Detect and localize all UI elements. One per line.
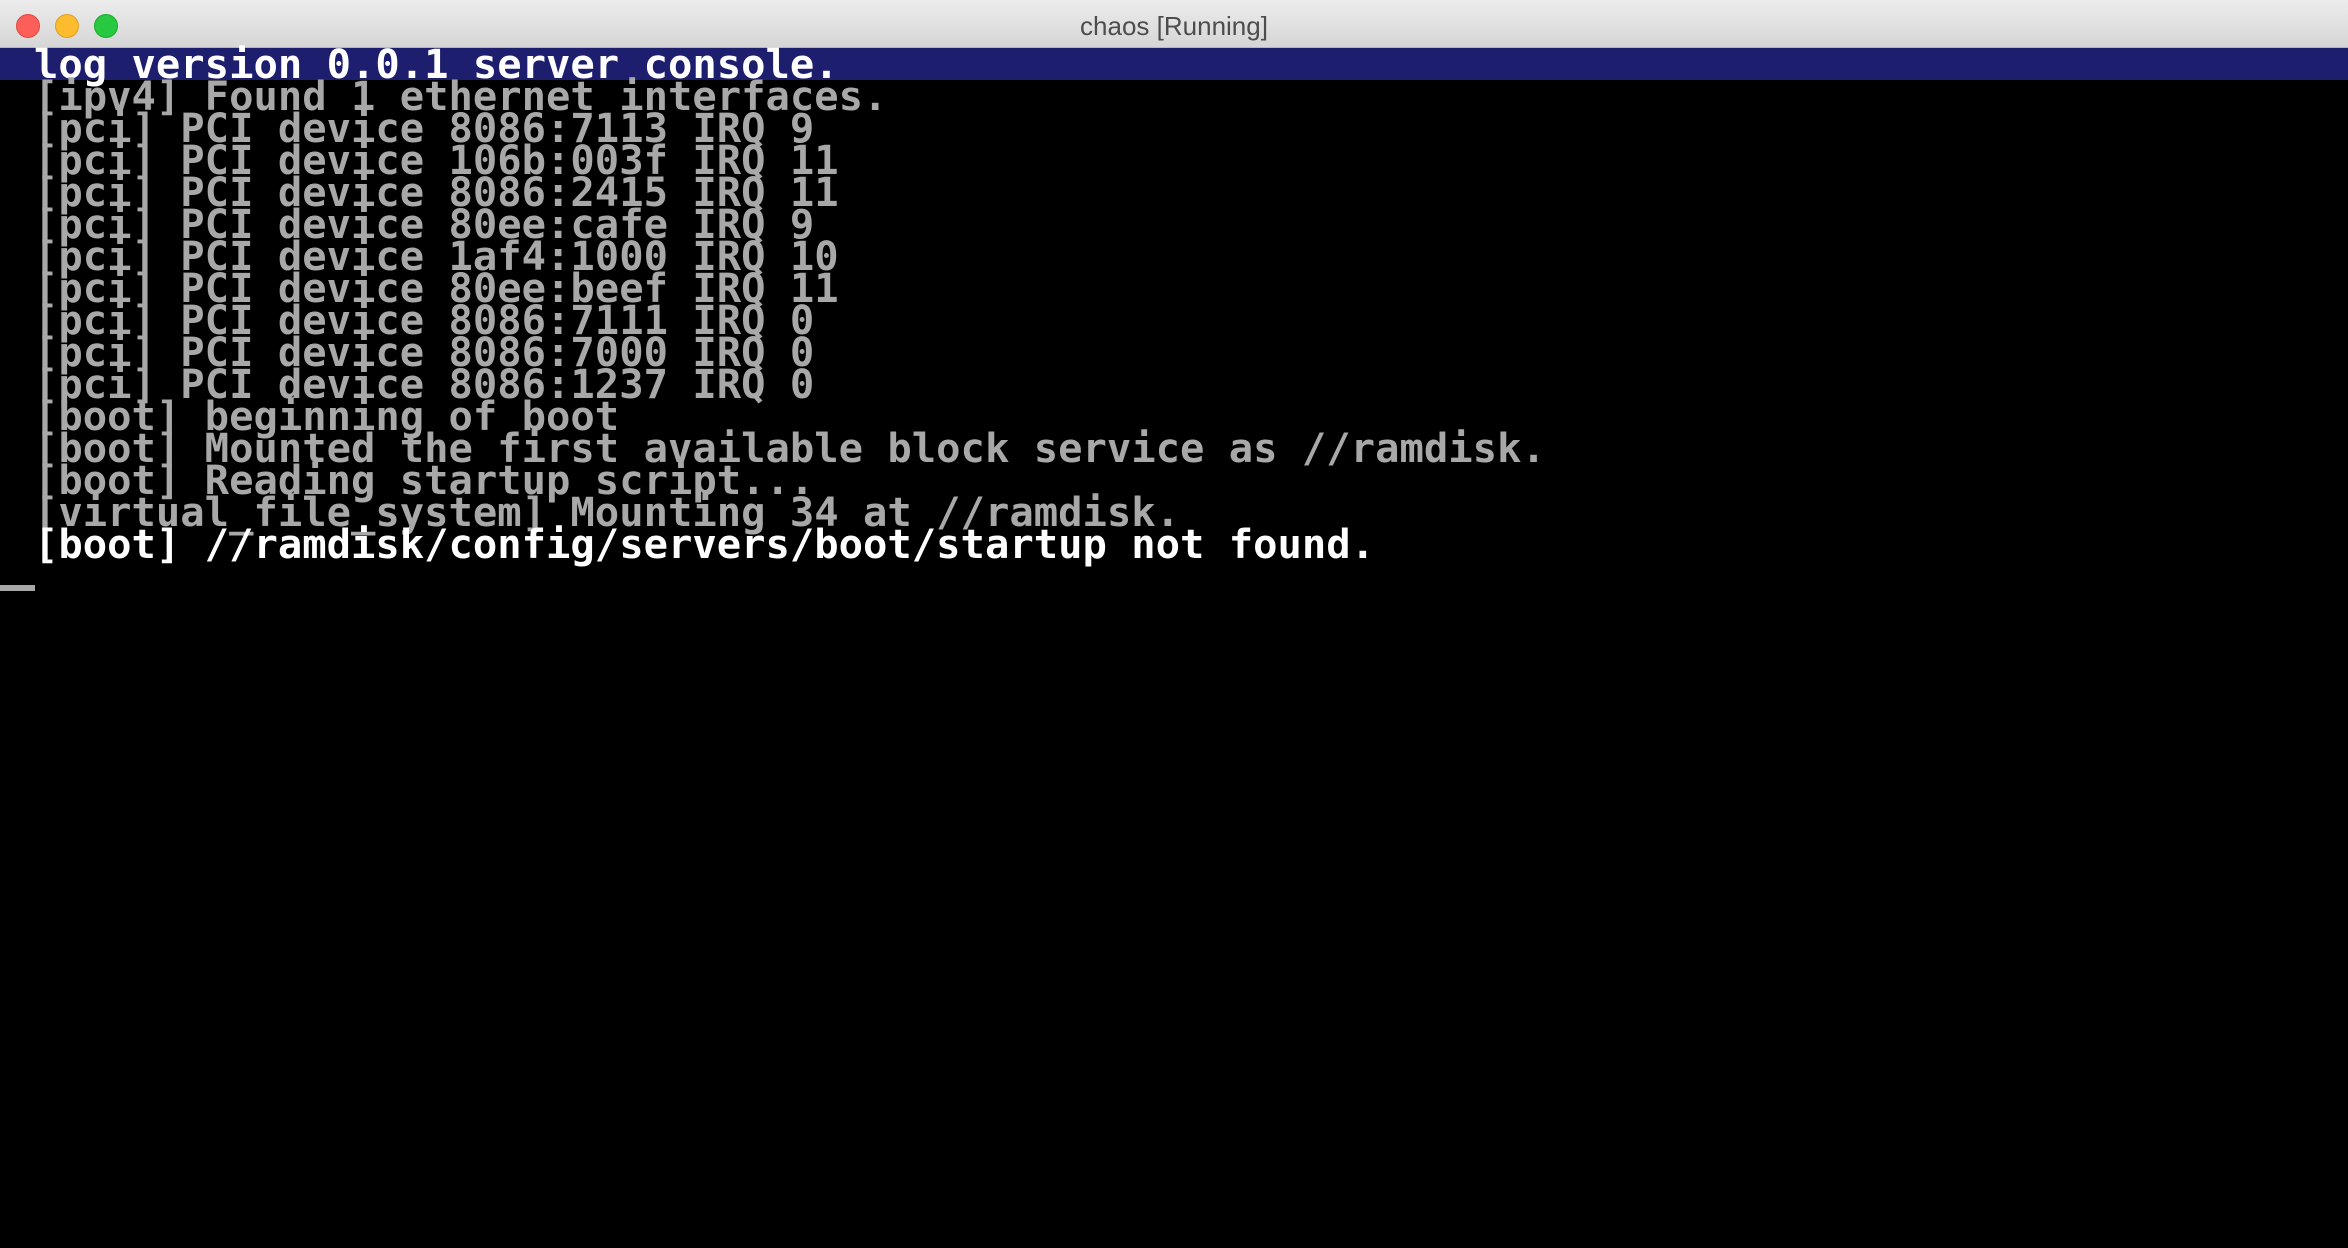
text-cursor — [0, 585, 35, 591]
console-error-line: [boot] //ramdisk/config/servers/boot/sta… — [34, 520, 1376, 568]
virtualbox-window: chaos [Running] log version 0.0.1 server… — [0, 0, 2348, 1248]
vm-console-screen[interactable]: log version 0.0.1 server console. [ipv4]… — [0, 44, 2348, 1248]
